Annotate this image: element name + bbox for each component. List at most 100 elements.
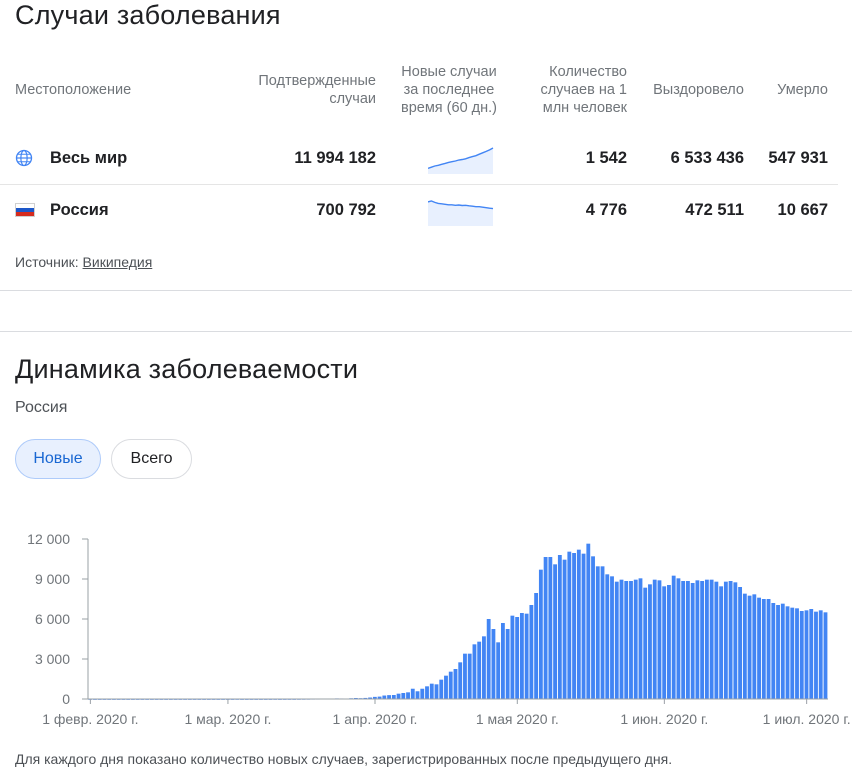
source-line: Источник: Википедия [15, 254, 152, 270]
globe-icon [15, 132, 33, 184]
bar [761, 599, 766, 699]
header-confirmed: Подтвержденные случаи [258, 73, 376, 107]
header-deaths: Умерло [777, 82, 828, 98]
source-link[interactable]: Википедия [83, 254, 153, 270]
chip-new-cases[interactable]: Новые [15, 439, 101, 479]
header-location: Местоположение [15, 82, 132, 98]
bar [515, 617, 520, 699]
location-name: Весь мир [50, 148, 128, 167]
confirmed-value: 11 994 182 [294, 148, 376, 167]
new-cases-bar-chart[interactable]: 0 3 000 6 000 9 000 12 000 1 февр. 2020 г. 1 м… [0, 520, 852, 735]
bar [757, 597, 761, 699]
per-million-value: 4 776 [585, 200, 627, 219]
x-tick-label: 1 апр. 2020 г. [333, 711, 418, 727]
x-tick-label: 1 февр. 2020 г. [42, 711, 138, 727]
bar [543, 557, 548, 699]
bar [472, 644, 477, 699]
bar [695, 580, 700, 699]
header-recovered: Выздоровело [653, 82, 744, 98]
table-row-russia[interactable]: Россия 700 792 4 776 472 511 10 667 [0, 184, 838, 236]
bar [804, 610, 809, 699]
bar [719, 586, 724, 699]
bar [610, 576, 614, 699]
y-tick-label: 6 000 [35, 611, 70, 627]
bar [500, 623, 505, 699]
bar [633, 579, 638, 699]
bar [738, 587, 743, 699]
bar [790, 607, 795, 699]
bar [638, 578, 643, 699]
bar [482, 636, 486, 699]
chip-total-cases[interactable]: Всего [111, 439, 192, 479]
bar [671, 575, 676, 699]
bar [709, 579, 714, 699]
bar [605, 574, 610, 699]
bar [690, 583, 695, 699]
bar [496, 642, 501, 699]
bar [467, 653, 472, 699]
bar [814, 611, 818, 699]
bar [795, 608, 799, 699]
bar [401, 693, 406, 699]
bar [648, 584, 652, 699]
source-label: Источник: [15, 254, 79, 270]
bar [425, 686, 429, 699]
bar [733, 582, 738, 699]
bar [818, 610, 823, 699]
y-tick-label: 3 000 [35, 651, 70, 667]
bar [453, 669, 458, 699]
cases-title: Случаи заболевания [15, 0, 281, 30]
bar [406, 692, 410, 699]
bar [538, 569, 543, 699]
x-tick-label: 1 мая 2020 г. [476, 711, 559, 727]
bar [572, 553, 576, 699]
bar [823, 612, 828, 699]
bar [410, 688, 415, 699]
bar [704, 579, 709, 699]
bar [652, 579, 657, 699]
header-new-cases-60d: Новые случаи за последнее время (60 дн.) [401, 64, 497, 116]
bar [657, 580, 662, 699]
table-row-world[interactable]: Весь мир 11 994 182 1 542 6 533 436 547 … [0, 132, 838, 184]
bar [553, 564, 558, 699]
bar [685, 581, 690, 699]
deaths-value: 547 931 [768, 148, 828, 167]
y-tick-label: 9 000 [35, 571, 70, 587]
bar [519, 613, 524, 699]
bar [576, 549, 581, 699]
bar [548, 557, 553, 699]
bar [742, 593, 747, 699]
bar [510, 615, 515, 699]
y-tick-label: 12 000 [27, 531, 70, 547]
bar [700, 581, 705, 699]
bar [629, 581, 633, 699]
sparkline [428, 184, 494, 236]
bar [771, 603, 776, 699]
x-tick-label: 1 июл. 2020 г. [763, 711, 851, 727]
bar [581, 553, 586, 699]
bar [524, 613, 529, 699]
bar [676, 578, 681, 699]
bar [723, 581, 728, 699]
bar [486, 619, 491, 699]
bar [391, 695, 396, 699]
region-subtitle: Россия [15, 399, 68, 416]
x-tick-label: 1 мар. 2020 г. [184, 711, 271, 727]
bar [505, 629, 510, 699]
bar [477, 641, 482, 699]
y-tick-label: 0 [62, 691, 70, 707]
bar [420, 688, 425, 699]
bar [809, 609, 814, 699]
bar [785, 606, 790, 699]
bar [557, 555, 562, 699]
chart-footnote: Для каждого дня показано количество новы… [15, 751, 673, 767]
bar [752, 594, 757, 699]
bar [529, 605, 534, 699]
bar [434, 684, 439, 699]
bar [624, 581, 629, 699]
bar [448, 671, 453, 699]
russia-flag-icon [15, 184, 35, 236]
bar [600, 566, 605, 699]
bar [567, 551, 572, 699]
bar [458, 662, 463, 699]
